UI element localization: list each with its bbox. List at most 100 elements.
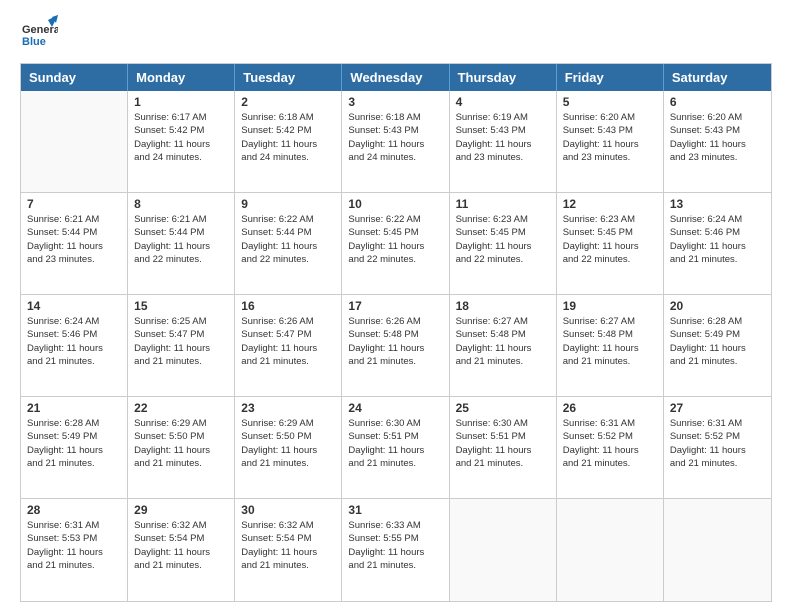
weekday-header: Wednesday [342,64,449,91]
calendar-day-13: 13 Sunrise: 6:24 AM Sunset: 5:46 PM Dayli… [664,193,771,294]
day-number: 16 [241,299,335,313]
weekday-header: Monday [128,64,235,91]
calendar-empty-cell [557,499,664,601]
calendar-empty-cell [21,91,128,192]
day-number: 31 [348,503,442,517]
calendar-day-30: 30Sunrise: 6:32 AM Sunset: 5:54 PM Dayli… [235,499,342,601]
calendar-day-11: 11 Sunrise: 6:23 AM Sunset: 5:45 PM Dayli… [450,193,557,294]
day-info: Sunrise: 6:24 AM Sunset: 5:46 PM Dayligh… [27,315,121,368]
calendar: SundayMondayTuesdayWednesdayThursdayFrid… [20,63,772,602]
weekday-header: Thursday [450,64,557,91]
weekday-header: Tuesday [235,64,342,91]
day-number: 10 [348,197,442,211]
calendar-day-25: 25 Sunrise: 6:30 AM Sunset: 5:51 PM Dayli… [450,397,557,498]
day-number: 28 [27,503,121,517]
day-info: Sunrise: 6:21 AM Sunset: 5:44 PM Dayligh… [27,213,121,266]
page-header: General Blue [20,15,772,53]
day-number: 6 [670,95,765,109]
weekday-header: Sunday [21,64,128,91]
day-number: 1 [134,95,228,109]
calendar-day-29: 29 Sunrise: 6:32 AM Sunset: 5:54 PM Dayli… [128,499,235,601]
calendar-day-14: 14 Sunrise: 6:24 AM Sunset: 5:46 PM Dayli… [21,295,128,396]
day-number: 22 [134,401,228,415]
weekday-header: Friday [557,64,664,91]
calendar-empty-cell [664,499,771,601]
day-info: Sunrise: 6:21 AM Sunset: 5:44 PM Dayligh… [134,213,228,266]
day-number: 24 [348,401,442,415]
day-number: 5 [563,95,657,109]
svg-text:Blue: Blue [22,36,46,48]
calendar-week: 21 Sunrise: 6:28 AM Sunset: 5:49 PM Dayli… [21,397,771,499]
day-info: Sunrise: 6:28 AM Sunset: 5:49 PM Dayligh… [27,417,121,470]
calendar-empty-cell [450,499,557,601]
day-number: 13 [670,197,765,211]
calendar-day-20: 20 Sunrise: 6:28 AM Sunset: 5:49 PM Dayli… [664,295,771,396]
day-number: 8 [134,197,228,211]
calendar-day-17: 17 Sunrise: 6:26 AM Sunset: 5:48 PM Dayli… [342,295,449,396]
calendar-day-16: 16 Sunrise: 6:26 AM Sunset: 5:47 PM Dayli… [235,295,342,396]
day-info: Sunrise: 6:27 AM Sunset: 5:48 PM Dayligh… [456,315,550,368]
day-info: Sunrise: 6:22 AM Sunset: 5:44 PM Dayligh… [241,213,335,266]
calendar-day-8: 8 Sunrise: 6:21 AM Sunset: 5:44 PM Daylig… [128,193,235,294]
calendar-day-6: 6 Sunrise: 6:20 AM Sunset: 5:43 PM Daylig… [664,91,771,192]
calendar-day-2: 2 Sunrise: 6:18 AM Sunset: 5:42 PM Daylig… [235,91,342,192]
day-info: Sunrise: 6:18 AM Sunset: 5:43 PM Dayligh… [348,111,442,164]
day-number: 3 [348,95,442,109]
calendar-day-4: 4Sunrise: 6:19 AM Sunset: 5:43 PM Daylig… [450,91,557,192]
day-info: Sunrise: 6:17 AM Sunset: 5:42 PM Dayligh… [134,111,228,164]
day-info: Sunrise: 6:29 AM Sunset: 5:50 PM Dayligh… [134,417,228,470]
day-info: Sunrise: 6:20 AM Sunset: 5:43 PM Dayligh… [670,111,765,164]
calendar-day-24: 24 Sunrise: 6:30 AM Sunset: 5:51 PM Dayli… [342,397,449,498]
calendar-header: SundayMondayTuesdayWednesdayThursdayFrid… [21,64,771,91]
day-info: Sunrise: 6:18 AM Sunset: 5:42 PM Dayligh… [241,111,335,164]
calendar-day-28: 28 Sunrise: 6:31 AM Sunset: 5:53 PM Dayli… [21,499,128,601]
day-info: Sunrise: 6:32 AM Sunset: 5:54 PM Dayligh… [134,519,228,572]
day-info: Sunrise: 6:31 AM Sunset: 5:53 PM Dayligh… [27,519,121,572]
day-info: Sunrise: 6:24 AM Sunset: 5:46 PM Dayligh… [670,213,765,266]
day-number: 30 [241,503,335,517]
weekday-header: Saturday [664,64,771,91]
day-number: 2 [241,95,335,109]
day-info: Sunrise: 6:26 AM Sunset: 5:48 PM Dayligh… [348,315,442,368]
day-number: 11 [456,197,550,211]
day-info: Sunrise: 6:20 AM Sunset: 5:43 PM Dayligh… [563,111,657,164]
calendar-day-18: 18 Sunrise: 6:27 AM Sunset: 5:48 PM Dayli… [450,295,557,396]
day-info: Sunrise: 6:19 AM Sunset: 5:43 PM Dayligh… [456,111,550,164]
day-info: Sunrise: 6:23 AM Sunset: 5:45 PM Dayligh… [456,213,550,266]
day-number: 23 [241,401,335,415]
day-number: 14 [27,299,121,313]
day-number: 25 [456,401,550,415]
calendar-day-5: 5 Sunrise: 6:20 AM Sunset: 5:43 PM Daylig… [557,91,664,192]
calendar-body: 1 Sunrise: 6:17 AM Sunset: 5:42 PM Daylig… [21,91,771,601]
day-number: 19 [563,299,657,313]
day-info: Sunrise: 6:26 AM Sunset: 5:47 PM Dayligh… [241,315,335,368]
calendar-day-10: 10Sunrise: 6:22 AM Sunset: 5:45 PM Dayli… [342,193,449,294]
day-info: Sunrise: 6:31 AM Sunset: 5:52 PM Dayligh… [563,417,657,470]
calendar-day-26: 26Sunrise: 6:31 AM Sunset: 5:52 PM Dayli… [557,397,664,498]
calendar-day-22: 22 Sunrise: 6:29 AM Sunset: 5:50 PM Dayli… [128,397,235,498]
calendar-week: 14 Sunrise: 6:24 AM Sunset: 5:46 PM Dayli… [21,295,771,397]
calendar-day-15: 15Sunrise: 6:25 AM Sunset: 5:47 PM Dayli… [128,295,235,396]
calendar-week: 7 Sunrise: 6:21 AM Sunset: 5:44 PM Daylig… [21,193,771,295]
calendar-day-19: 19Sunrise: 6:27 AM Sunset: 5:48 PM Dayli… [557,295,664,396]
day-number: 27 [670,401,765,415]
day-number: 7 [27,197,121,211]
logo-icon: General Blue [20,15,58,53]
day-number: 21 [27,401,121,415]
day-info: Sunrise: 6:23 AM Sunset: 5:45 PM Dayligh… [563,213,657,266]
day-number: 15 [134,299,228,313]
day-number: 9 [241,197,335,211]
day-number: 18 [456,299,550,313]
calendar-day-7: 7 Sunrise: 6:21 AM Sunset: 5:44 PM Daylig… [21,193,128,294]
calendar-week: 1 Sunrise: 6:17 AM Sunset: 5:42 PM Daylig… [21,91,771,193]
calendar-day-27: 27 Sunrise: 6:31 AM Sunset: 5:52 PM Dayli… [664,397,771,498]
day-number: 17 [348,299,442,313]
day-info: Sunrise: 6:30 AM Sunset: 5:51 PM Dayligh… [348,417,442,470]
day-info: Sunrise: 6:30 AM Sunset: 5:51 PM Dayligh… [456,417,550,470]
calendar-day-23: 23 Sunrise: 6:29 AM Sunset: 5:50 PM Dayli… [235,397,342,498]
day-info: Sunrise: 6:31 AM Sunset: 5:52 PM Dayligh… [670,417,765,470]
day-info: Sunrise: 6:29 AM Sunset: 5:50 PM Dayligh… [241,417,335,470]
day-number: 20 [670,299,765,313]
day-number: 29 [134,503,228,517]
day-info: Sunrise: 6:28 AM Sunset: 5:49 PM Dayligh… [670,315,765,368]
